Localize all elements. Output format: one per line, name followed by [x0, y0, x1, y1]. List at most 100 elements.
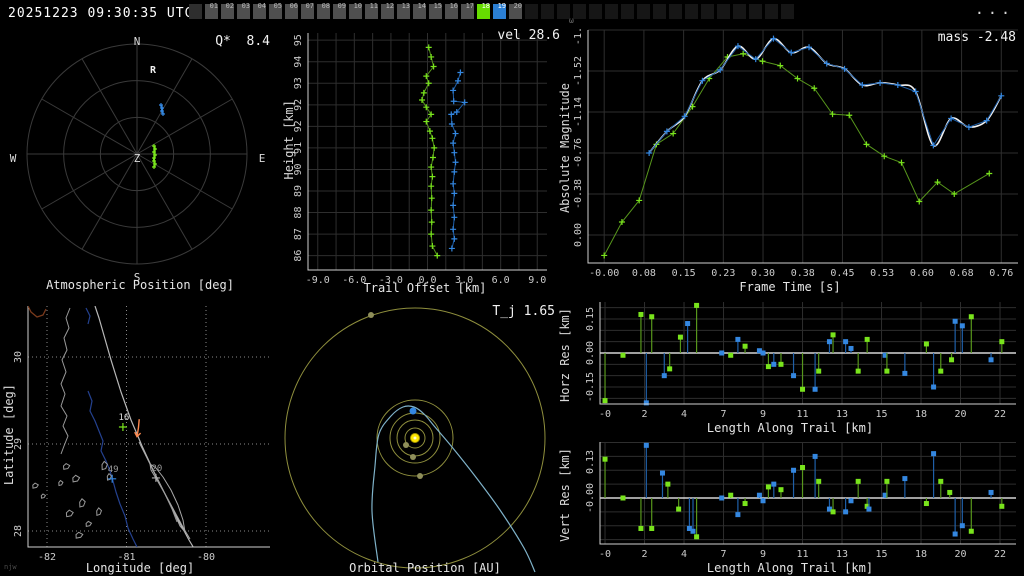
- frame-cell[interactable]: 15: [429, 2, 442, 19]
- ground-map-panel: -82 -81 -80 30 29 28 16 49 20 Latitude [deg] Lon…: [0, 296, 280, 576]
- frame-cell[interactable]: 10: [349, 2, 362, 19]
- frame-cell[interactable]: [701, 4, 714, 19]
- svg-text:0.15: 0.15: [672, 268, 696, 279]
- frame-strip: 01 02 03 04 05 06 07 08 09 10 11 12 13 14 15 16 17 18 19 20: [189, 2, 797, 24]
- svg-text:9: 9: [760, 409, 766, 420]
- frame-cell[interactable]: 06: [285, 2, 298, 19]
- svg-text:94: 94: [293, 56, 304, 68]
- frame-cell[interactable]: [573, 4, 586, 19]
- frame-cell[interactable]: 02: [221, 2, 234, 19]
- svg-text:11: 11: [797, 549, 809, 560]
- svg-text:11: 11: [797, 409, 809, 420]
- frame-cell[interactable]: [733, 4, 746, 19]
- vert-y-axis-label: Vert Res [km]: [558, 448, 572, 542]
- svg-text:4: 4: [681, 549, 687, 560]
- frame-cell[interactable]: 03: [237, 2, 250, 19]
- trail-x-axis-label: Trail Offset [km]: [363, 281, 487, 295]
- svg-text:-0.15: -0.15: [585, 372, 596, 402]
- svg-text:Z: Z: [134, 152, 141, 165]
- velocity-value: vel 28.6: [497, 28, 560, 43]
- svg-text:86: 86: [293, 250, 304, 262]
- frame-number: 03: [241, 2, 250, 10]
- frame-number: 02: [225, 2, 234, 10]
- svg-text:-1.52: -1.52: [573, 56, 584, 86]
- svg-text:22: 22: [994, 549, 1006, 560]
- frame-number: 15: [433, 2, 442, 10]
- atmospheric-title: Atmospheric Position [deg]: [46, 278, 234, 292]
- frame-number: 19: [497, 2, 506, 10]
- frame-cell[interactable]: [605, 4, 618, 19]
- frame-number: 12: [385, 2, 394, 10]
- frame-cell[interactable]: [621, 4, 634, 19]
- svg-text:0.30: 0.30: [751, 268, 775, 279]
- frame-cell[interactable]: [525, 4, 538, 19]
- svg-text:18: 18: [915, 409, 927, 420]
- frame-cell[interactable]: [685, 4, 698, 19]
- frame-cell[interactable]: 18: [477, 2, 490, 19]
- frame-cell[interactable]: 13: [397, 2, 410, 19]
- orbital-position-chart: [281, 296, 569, 576]
- svg-text:18: 18: [915, 549, 927, 560]
- svg-text:0.13: 0.13: [585, 450, 596, 474]
- vert-x-axis-label: Length Along Trail [km]: [706, 561, 874, 575]
- svg-text:30: 30: [13, 351, 24, 363]
- svg-text:87: 87: [293, 228, 304, 240]
- map-x-axis-label: Longitude [deg]: [85, 561, 195, 575]
- svg-text:0.00: 0.00: [585, 341, 596, 365]
- overflow-menu-icon[interactable]: ...: [975, 0, 1014, 18]
- frame-cell[interactable]: [781, 4, 794, 19]
- svg-text:16: 16: [119, 413, 130, 423]
- frame-cell[interactable]: 04: [253, 2, 266, 19]
- mass-value: mass -2.48: [937, 30, 1016, 45]
- trail-offset-panel: -9.0 -6.0 -3.0 0.0 3.0 6.0 9.0 95 94 93 92 92 91 90 89…: [280, 28, 570, 296]
- frame-cell[interactable]: 20: [509, 2, 522, 19]
- frame-cell[interactable]: 17: [461, 2, 474, 19]
- svg-text:13: 13: [836, 549, 848, 560]
- frame-number: 11: [369, 2, 378, 10]
- frame-cell[interactable]: [541, 4, 554, 19]
- horz-y-axis-label: Horz Res [km]: [558, 308, 572, 402]
- svg-text:-1.90: -1.90: [573, 28, 584, 45]
- frame-cell[interactable]: [717, 4, 730, 19]
- frame-cell[interactable]: 14: [413, 2, 426, 19]
- frame-cell[interactable]: [749, 4, 762, 19]
- frame-cell[interactable]: 11: [365, 2, 378, 19]
- meteor-analysis-app: 20251223 09:30:35 UTC 01 02 03 04 05 06 07 08 09…: [0, 0, 1024, 576]
- frame-cell[interactable]: 01: [205, 2, 218, 19]
- svg-text:-0: -0: [599, 409, 611, 420]
- svg-text:-1.14: -1.14: [573, 97, 584, 127]
- frame-cell[interactable]: 16: [445, 2, 458, 19]
- svg-text:49: 49: [108, 465, 119, 475]
- svg-text:0.38: 0.38: [791, 268, 815, 279]
- svg-text:0.60: 0.60: [910, 268, 934, 279]
- svg-text:20: 20: [954, 549, 966, 560]
- svg-text:-0.76: -0.76: [573, 138, 584, 168]
- svg-text:20: 20: [954, 409, 966, 420]
- header-bar: 20251223 09:30:35 UTC 01 02 03 04 05 06 07 08 09…: [0, 0, 1024, 28]
- vert-residuals-chart: -0 2 4 7 9 11 13 15 18 20 22 0.13 -0.00: [556, 436, 1024, 576]
- frame-cell[interactable]: 05: [269, 2, 282, 19]
- svg-text:-0.00: -0.00: [585, 483, 596, 513]
- frame-cell[interactable]: 07: [301, 2, 314, 19]
- frame-cell[interactable]: 12: [381, 2, 394, 19]
- frame-number: 14: [417, 2, 426, 10]
- svg-text:7: 7: [721, 549, 727, 560]
- frame-cell[interactable]: 08: [317, 2, 330, 19]
- svg-text:88: 88: [293, 207, 304, 219]
- svg-text:0.45: 0.45: [830, 268, 854, 279]
- frame-cell[interactable]: [765, 4, 778, 19]
- svg-text:0.00: 0.00: [573, 223, 584, 247]
- frame-cell[interactable]: [637, 4, 650, 19]
- svg-text:E: E: [259, 152, 266, 165]
- frame-cell[interactable]: [189, 4, 202, 19]
- frame-cell[interactable]: 19: [493, 2, 506, 19]
- frame-cell[interactable]: 09: [333, 2, 346, 19]
- svg-text:89: 89: [293, 185, 304, 197]
- svg-text:0.15: 0.15: [585, 307, 596, 331]
- svg-text:20: 20: [151, 464, 162, 474]
- frame-cell[interactable]: [589, 4, 602, 19]
- frame-cell[interactable]: [669, 4, 682, 19]
- frame-cell[interactable]: [653, 4, 666, 19]
- svg-text:2: 2: [642, 409, 648, 420]
- svg-text:W: W: [10, 152, 17, 165]
